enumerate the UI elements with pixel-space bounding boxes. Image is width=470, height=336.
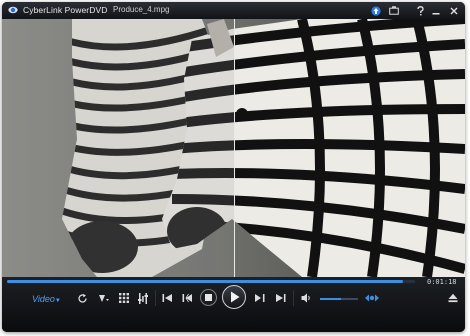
volume-adjust-button[interactable] (364, 293, 380, 303)
title-bar[interactable]: CyberLink PowerDVD Produce_4.mpg (2, 2, 465, 19)
play-icon (230, 291, 239, 303)
speaker-icon (301, 293, 310, 303)
upgrade-button[interactable] (370, 4, 382, 17)
seek-bar-progress (7, 280, 403, 283)
close-icon (450, 7, 458, 14)
display-mode-button[interactable] (388, 4, 400, 17)
repeat-icon (77, 293, 87, 303)
step-back-button[interactable] (180, 291, 194, 305)
volume-slider[interactable] (320, 298, 358, 300)
mode-label: Video (32, 294, 55, 304)
seek-bar[interactable] (7, 280, 415, 283)
eject-button[interactable] (447, 291, 459, 305)
minimize-button[interactable] (430, 4, 442, 17)
control-separator (155, 290, 156, 306)
file-name: Produce_4.mpg (113, 5, 170, 14)
step-forward-icon (254, 294, 264, 302)
before-enhancement-overlay (2, 19, 234, 277)
menu-grid-button[interactable] (117, 291, 131, 305)
adjust-button[interactable] (136, 291, 150, 305)
mode-dropdown-arrow-icon: ▼ (54, 298, 61, 304)
volume-level (320, 298, 341, 300)
comparison-split-line[interactable] (234, 19, 235, 277)
settings-button[interactable] (95, 291, 111, 305)
mode-selector[interactable]: Video▼ (32, 294, 61, 304)
stop-button[interactable] (200, 289, 217, 306)
time-display: 0:01:18 (427, 278, 457, 286)
settings-icon (98, 294, 109, 302)
step-back-icon (182, 293, 192, 303)
minimize-icon (432, 12, 440, 14)
previous-chapter-button[interactable] (160, 291, 174, 305)
step-forward-button[interactable] (252, 291, 266, 305)
playback-control-bar: 0:01:18 Video▼ (2, 277, 465, 332)
play-button[interactable] (222, 285, 246, 309)
help-button[interactable] (415, 4, 425, 17)
mute-button[interactable] (299, 291, 313, 305)
menu-grid-icon (119, 293, 129, 303)
powerdvd-window: CyberLink PowerDVD Produce_4.mpg 0:01:18… (2, 2, 465, 332)
cyberlink-logo-icon (8, 6, 18, 14)
control-separator (293, 290, 294, 306)
next-chapter-icon (275, 294, 285, 302)
stop-icon (205, 294, 212, 301)
close-button[interactable] (448, 4, 460, 17)
video-area[interactable] (2, 19, 465, 277)
adjust-icon (138, 292, 148, 304)
next-chapter-button[interactable] (273, 291, 287, 305)
help-icon (416, 5, 424, 15)
repeat-button[interactable] (75, 291, 89, 305)
eject-icon (448, 293, 458, 303)
display-mode-icon (389, 6, 399, 15)
volume-arrows-icon (365, 294, 379, 302)
upgrade-icon (371, 5, 381, 16)
previous-chapter-icon (162, 294, 172, 302)
app-title: CyberLink PowerDVD (23, 5, 108, 15)
